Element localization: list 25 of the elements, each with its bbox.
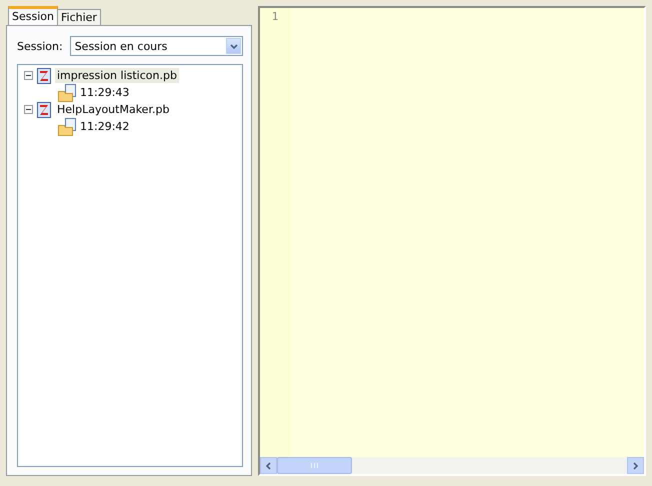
tree-item[interactable]: 11:29:43 bbox=[80, 86, 130, 99]
scroll-thumb[interactable] bbox=[277, 457, 352, 474]
file-icon bbox=[36, 68, 52, 84]
scroll-left-button[interactable] bbox=[260, 457, 277, 474]
grip-icon bbox=[311, 463, 318, 468]
minus-icon bbox=[26, 107, 31, 112]
chevron-right-icon bbox=[633, 462, 638, 470]
folder-document-icon bbox=[58, 84, 78, 102]
tree-item[interactable]: HelpLayoutMaker.pb bbox=[55, 102, 172, 117]
file-icon bbox=[36, 102, 52, 118]
session-label: Session: bbox=[17, 40, 63, 52]
line-number: 1 bbox=[270, 10, 280, 23]
horizontal-scrollbar[interactable] bbox=[260, 457, 644, 474]
minus-icon bbox=[26, 73, 31, 78]
collapse-toggle[interactable] bbox=[24, 105, 33, 114]
collapse-toggle[interactable] bbox=[24, 71, 33, 80]
tree-item[interactable]: impression listicon.pb bbox=[55, 68, 179, 83]
session-dropdown[interactable]: Session en cours bbox=[70, 36, 243, 56]
tab[interactable]: Session bbox=[8, 6, 58, 25]
tree-item[interactable]: 11:29:42 bbox=[80, 120, 130, 133]
folder-document-icon bbox=[58, 118, 78, 136]
tab[interactable]: Fichier bbox=[56, 9, 101, 25]
dropdown-value: Session en cours bbox=[74, 40, 168, 52]
chevron-left-icon bbox=[266, 462, 271, 470]
scroll-right-button[interactable] bbox=[627, 457, 644, 474]
